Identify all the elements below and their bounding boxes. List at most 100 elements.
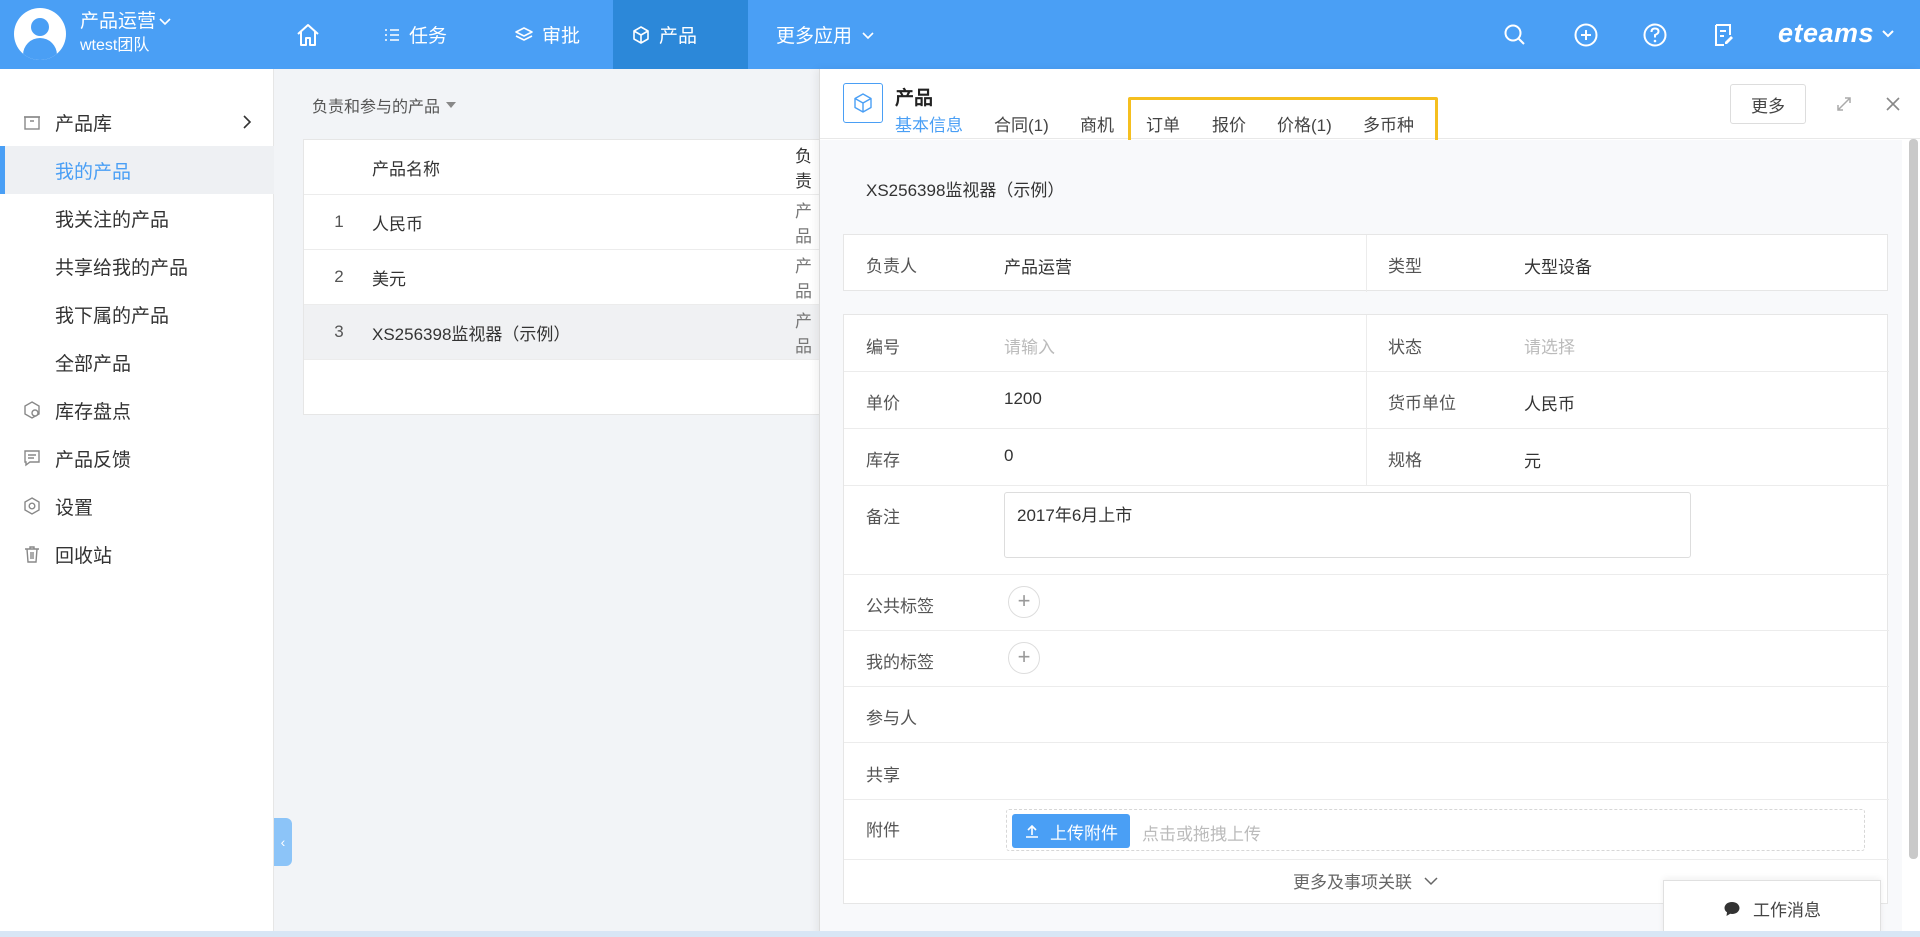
- panel-header: 产品 基本信息 合同(1) 商机 订单 报价 价格(1) 多币种 更多: [820, 69, 1920, 147]
- notes-icon[interactable]: [1711, 22, 1737, 48]
- feedback-icon: [24, 450, 40, 467]
- chat-bubble-icon: [1724, 901, 1740, 916]
- sidebar-item-settings[interactable]: 设置: [0, 482, 274, 530]
- stock-value[interactable]: 0: [1004, 446, 1013, 466]
- panel-body: XS256398监视器（示例） 负责人 产品运营 类型 大型设备 编号 请输入 …: [820, 140, 1902, 937]
- owner-label: 负责人: [866, 257, 917, 276]
- row-product-name[interactable]: 美元: [372, 265, 406, 290]
- price-value[interactable]: 1200: [1004, 389, 1042, 409]
- sidebar-item-feedback[interactable]: 产品反馈: [0, 434, 274, 482]
- sidebar-item-followed-products[interactable]: 我关注的产品: [0, 194, 274, 242]
- row-number: 1: [334, 212, 344, 231]
- add-circle-icon[interactable]: [1573, 22, 1599, 48]
- type-value[interactable]: 大型设备: [1524, 253, 1592, 278]
- tab-opportunities[interactable]: 商机: [1080, 111, 1114, 136]
- product-detail-panel: 产品 基本信息 合同(1) 商机 订单 报价 价格(1) 多币种 更多 XS25…: [819, 69, 1920, 937]
- field-row: 参与人: [844, 687, 1889, 743]
- share-label: 共享: [866, 766, 900, 785]
- status-label: 状态: [1388, 338, 1422, 357]
- chevron-down-icon: [1882, 29, 1894, 37]
- row-product-name[interactable]: XS256398监视器（示例）: [372, 320, 570, 345]
- status-select[interactable]: 请选择: [1524, 333, 1575, 358]
- box-icon: [633, 25, 649, 44]
- upload-button[interactable]: 上传附件: [1012, 814, 1130, 848]
- table-row[interactable]: 2 美元 产品: [304, 250, 824, 305]
- nav-approval[interactable]: 审批: [496, 0, 598, 69]
- product-cube-icon: [843, 83, 883, 123]
- list-filter-dropdown[interactable]: 负责和参与的产品: [312, 93, 457, 117]
- product-name-heading[interactable]: XS256398监视器（示例）: [866, 176, 1064, 201]
- sidebar-item-all-products[interactable]: 全部产品: [0, 338, 274, 386]
- sidebar-item-subordinate-products[interactable]: 我下属的产品: [0, 290, 274, 338]
- inventory-icon: [24, 401, 40, 419]
- currency-label: 货币单位: [1388, 394, 1456, 413]
- table-row[interactable]: 1 人民币 产品: [304, 195, 824, 250]
- chevron-right-icon: [243, 115, 252, 129]
- field-row: 附件 上传附件 点击或拖拽上传: [844, 800, 1889, 860]
- add-my-tag-button[interactable]: +: [1008, 642, 1040, 674]
- field-row: 库存 0 规格 元: [844, 429, 1889, 486]
- table-row-selected[interactable]: 3 XS256398监视器（示例） 产品: [304, 305, 824, 360]
- field-row: 共享: [844, 743, 1889, 800]
- remark-textarea[interactable]: 2017年6月上市: [1004, 492, 1691, 558]
- sidebar-item-my-products[interactable]: 我的产品: [0, 146, 274, 194]
- collapse-sidebar-button[interactable]: ‹: [274, 818, 292, 866]
- nav-products[interactable]: 产品: [613, 0, 748, 69]
- field-row: 备注 2017年6月上市: [844, 486, 1889, 575]
- home-icon[interactable]: [295, 22, 321, 48]
- chevron-left-icon: ‹: [280, 834, 286, 850]
- sidebar-item-inventory[interactable]: 库存盘点: [0, 386, 274, 434]
- chevron-down-icon: [862, 31, 874, 39]
- chevron-down-icon: [1424, 876, 1438, 885]
- code-input[interactable]: 请输入: [1004, 333, 1055, 358]
- settings-icon: [24, 497, 40, 515]
- sidebar: 产品库 我的产品 我关注的产品 共享给我的产品 我下属的产品 全部产品 库存盘点…: [0, 69, 274, 937]
- type-label: 类型: [1388, 257, 1422, 276]
- brand-logo[interactable]: eteams: [1778, 18, 1896, 49]
- spec-value[interactable]: 元: [1524, 447, 1541, 472]
- more-button[interactable]: 更多: [1730, 84, 1806, 124]
- remark-label: 备注: [866, 508, 900, 527]
- row-number: 2: [334, 267, 344, 286]
- upload-hint: 点击或拖拽上传: [1142, 825, 1261, 844]
- price-label: 单价: [866, 394, 900, 413]
- nav-tasks[interactable]: 任务: [365, 0, 465, 69]
- top-navigation-bar: 产品运营 wtest团队 任务 审批 产品 更多应用 eteams: [0, 0, 1920, 69]
- chevron-down-icon: [159, 18, 171, 26]
- panel-scrollbar[interactable]: [1909, 139, 1918, 859]
- stock-label: 库存: [866, 451, 900, 470]
- primary-fields-card: 负责人 产品运营 类型 大型设备: [843, 234, 1888, 292]
- sidebar-item-shared-products[interactable]: 共享给我的产品: [0, 242, 274, 290]
- field-row: 公共标签 +: [844, 575, 1889, 631]
- close-icon[interactable]: [1883, 94, 1903, 114]
- nav-more-apps[interactable]: 更多应用: [758, 0, 894, 69]
- layers-icon: [515, 26, 533, 41]
- participants-label: 参与人: [866, 709, 917, 728]
- work-message-button[interactable]: 工作消息: [1663, 880, 1881, 937]
- code-label: 编号: [866, 338, 900, 357]
- upload-dropzone[interactable]: 上传附件 点击或拖拽上传: [1006, 809, 1865, 851]
- user-block[interactable]: 产品运营 wtest团队: [80, 10, 172, 58]
- column-header-name[interactable]: 产品名称: [372, 155, 440, 180]
- currency-value[interactable]: 人民币: [1524, 390, 1575, 415]
- field-row: 编号 请输入 状态 请选择: [844, 315, 1889, 372]
- search-icon[interactable]: [1502, 22, 1528, 48]
- user-name[interactable]: 产品运营: [80, 10, 156, 34]
- panel-title: 产品: [895, 88, 934, 109]
- caret-down-icon: [446, 102, 457, 108]
- row-product-name[interactable]: 人民币: [372, 210, 423, 235]
- tab-contracts[interactable]: 合同(1): [994, 111, 1049, 136]
- sidebar-item-product-library[interactable]: 产品库: [0, 98, 274, 146]
- tab-basic-info[interactable]: 基本信息: [895, 111, 963, 146]
- list-icon: [385, 28, 399, 41]
- add-public-tag-button[interactable]: +: [1008, 586, 1040, 618]
- table-header-row: 产品名称 负责: [304, 140, 824, 195]
- spec-label: 规格: [1388, 451, 1422, 470]
- help-icon[interactable]: [1642, 22, 1668, 48]
- expand-icon[interactable]: [1835, 95, 1853, 113]
- owner-value[interactable]: 产品运营: [1004, 253, 1072, 278]
- public-tags-label: 公共标签: [866, 597, 934, 616]
- sidebar-item-trash[interactable]: 回收站: [0, 530, 274, 578]
- my-tags-label: 我的标签: [866, 653, 934, 672]
- user-avatar[interactable]: [14, 8, 66, 60]
